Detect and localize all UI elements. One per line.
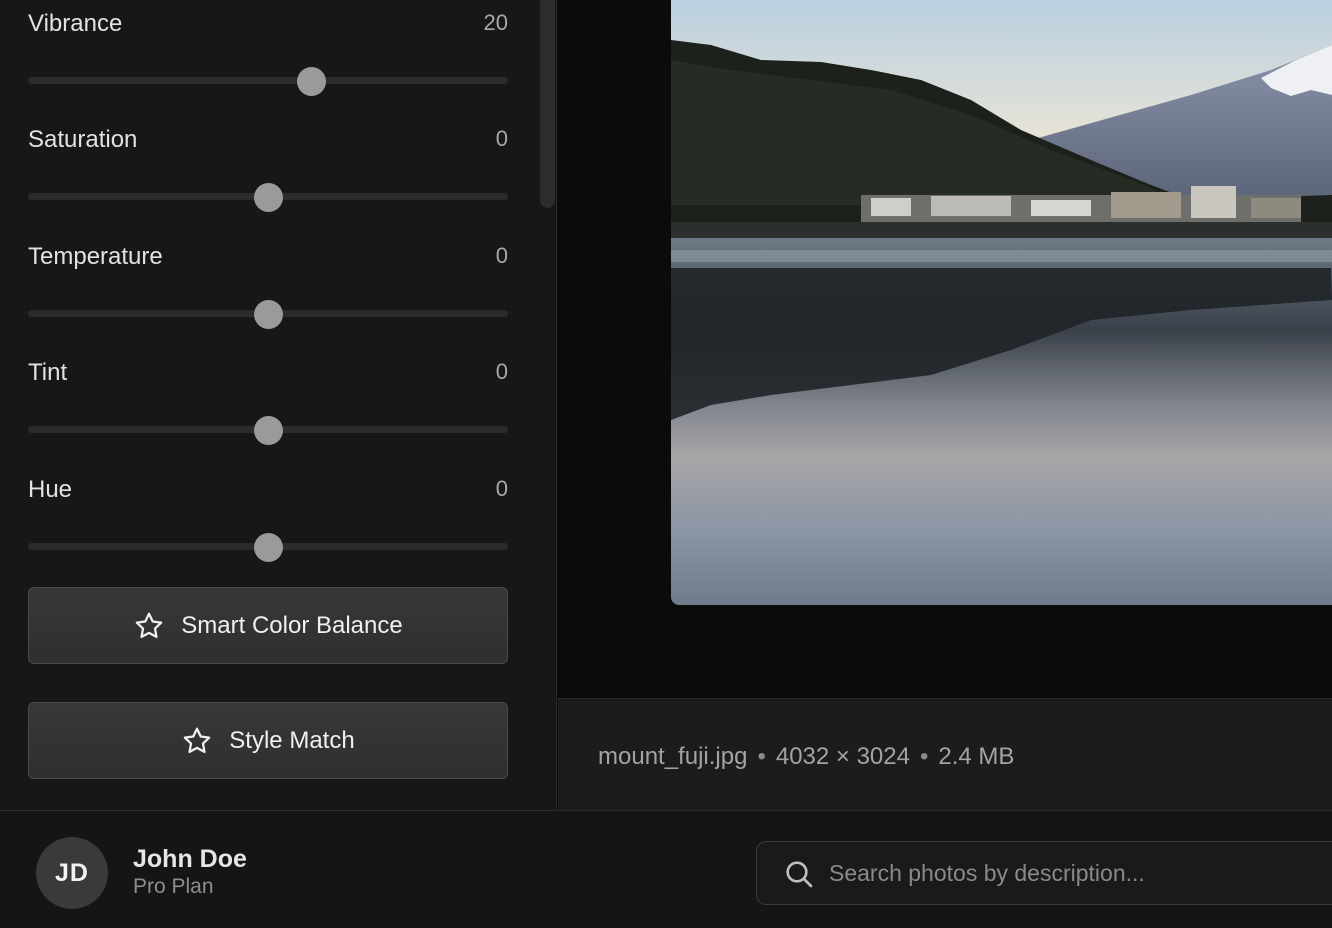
slider-value: 0	[495, 359, 508, 384]
image-filename: mount_fuji.jpg	[598, 743, 748, 770]
photo-preview	[671, 0, 1332, 605]
button-label: Style Match	[229, 726, 355, 754]
user-name: John Doe	[133, 845, 247, 873]
search-box[interactable]	[756, 841, 1332, 905]
star-icon	[136, 612, 163, 638]
image-dimensions: 4032 × 3024	[775, 743, 910, 770]
style-match-button[interactable]: Style Match	[28, 702, 508, 779]
slider-hue: Hue 0	[28, 470, 508, 570]
lake-mountain-photo	[671, 0, 1332, 605]
button-label: Smart Color Balance	[181, 611, 403, 639]
search-icon	[786, 861, 813, 888]
user-plan: Pro Plan	[133, 875, 214, 898]
slider-tint: Tint 0	[28, 353, 508, 453]
info-separator: •	[919, 743, 929, 770]
slider-value: 0	[495, 476, 508, 501]
search-input[interactable]	[829, 842, 1329, 904]
slider-value: 0	[495, 126, 508, 151]
slider-thumb[interactable]	[253, 300, 283, 329]
slider-value: 0	[495, 243, 508, 268]
slider-label: Hue	[28, 476, 73, 503]
bottom-bar: JD John Doe Pro Plan	[0, 810, 1332, 928]
slider-temperature: Temperature 0	[28, 237, 508, 337]
slider-value: 20	[483, 10, 508, 35]
slider-thumb[interactable]	[253, 416, 283, 445]
slider-label: Vibrance	[28, 10, 123, 37]
image-info-text: mount_fuji.jpg • 4032 × 3024 • 2.4 MB	[598, 743, 1014, 771]
slider-label: Saturation	[28, 126, 138, 153]
adjustments-panel: Vibrance 20 Saturation 0 Temperature 0 T…	[0, 0, 557, 810]
image-info-bar: mount_fuji.jpg • 4032 × 3024 • 2.4 MB	[558, 698, 1332, 810]
slider-thumb[interactable]	[253, 183, 283, 212]
slider-saturation: Saturation 0	[28, 120, 508, 220]
slider-thumb[interactable]	[253, 533, 283, 562]
info-separator: •	[757, 743, 766, 770]
star-icon	[184, 727, 211, 753]
slider-label: Temperature	[28, 243, 163, 270]
image-preview-area	[558, 0, 1332, 698]
slider-track[interactable]	[28, 77, 508, 84]
image-size: 2.4 MB	[938, 743, 1015, 770]
smart-color-balance-button[interactable]: Smart Color Balance	[28, 587, 508, 664]
slider-label: Tint	[28, 359, 68, 386]
panel-scrollbar-thumb[interactable]	[540, 0, 555, 208]
avatar[interactable]: JD	[36, 837, 108, 909]
slider-thumb[interactable]	[296, 67, 326, 96]
slider-vibrance: Vibrance 20	[28, 4, 508, 104]
